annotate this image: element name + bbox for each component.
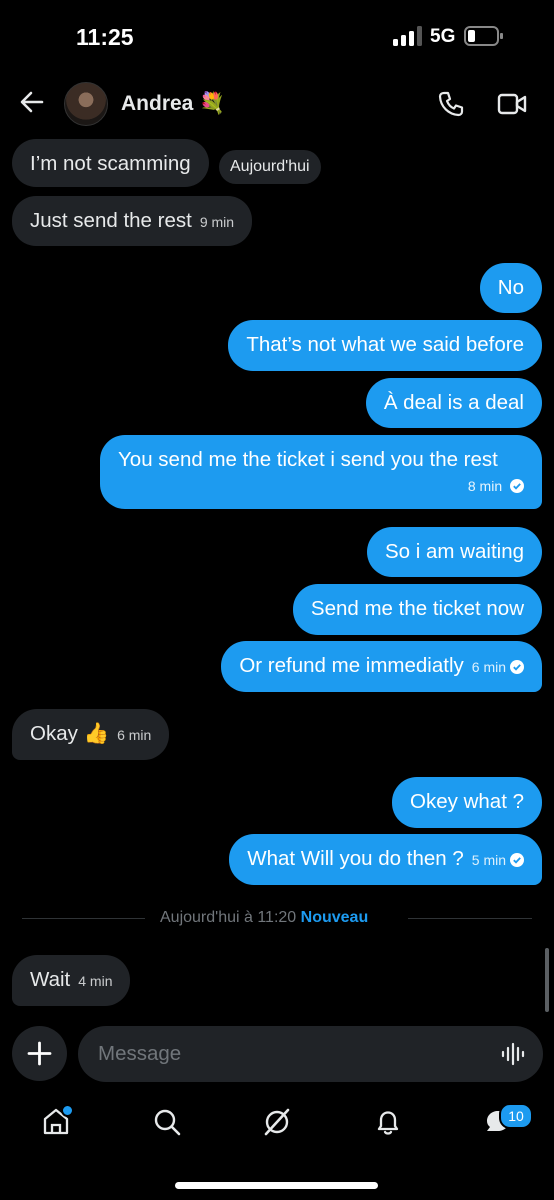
bell-icon[interactable] <box>373 1107 403 1137</box>
battery-icon <box>464 26 503 46</box>
message-outgoing[interactable]: So i am waiting <box>366 527 542 577</box>
message-time: 4 min <box>78 973 113 989</box>
message-outgoing[interactable]: Send me the ticket now <box>292 584 542 635</box>
message-incoming[interactable]: Wait 4 min <box>12 955 131 1006</box>
message-outgoing[interactable]: You send me the ticket i send you the re… <box>100 435 542 509</box>
message-incoming[interactable]: Just send the rest 9 min <box>12 196 253 246</box>
day-label: Aujourd'hui <box>219 150 321 184</box>
voice-icon[interactable] <box>501 1042 527 1066</box>
video-icon[interactable] <box>497 92 527 116</box>
divider-time: Aujourd'hui à 11:20 <box>160 909 297 926</box>
home-notification-dot <box>61 1104 74 1117</box>
network-label: 5G <box>430 26 456 47</box>
message-placeholder: Message <box>98 1042 182 1065</box>
message-time: 9 min <box>199 214 235 230</box>
new-label: Nouveau <box>300 909 369 926</box>
message-outgoing[interactable]: What Will you do then ? 5 min <box>229 834 542 885</box>
read-check-icon <box>510 853 524 867</box>
plus-icon <box>27 1041 52 1066</box>
status-bar: 11:25 5G <box>0 0 554 76</box>
message-time: 6 min <box>117 727 152 743</box>
message-text: À deal is a deal <box>383 391 524 414</box>
search-icon[interactable] <box>152 1107 182 1137</box>
message-text: Just send the rest <box>30 209 192 232</box>
message-text: Okay 👍 <box>30 722 110 745</box>
message-input[interactable]: Message <box>78 1026 543 1082</box>
add-attachment-button[interactable] <box>12 1026 67 1081</box>
message-text: Okey what ? <box>410 790 524 813</box>
grok-icon[interactable] <box>262 1107 292 1137</box>
message-outgoing[interactable]: À deal is a deal <box>365 378 542 428</box>
message-text: Or refund me immediatly <box>239 654 464 677</box>
messages-badge: 10 <box>499 1103 533 1129</box>
message-text: What Will you do then ? <box>247 847 464 870</box>
message-outgoing[interactable]: Or refund me immediatly 6 min <box>221 641 542 692</box>
contact-name[interactable]: Andrea 💐 <box>121 92 225 116</box>
signal-icon <box>393 26 422 46</box>
message-incoming[interactable]: Okay 👍 6 min <box>12 709 170 760</box>
message-text: You send me the ticket i send you the re… <box>118 448 498 471</box>
home-indicator <box>175 1182 378 1189</box>
divider-line-right <box>408 918 532 919</box>
message-text: I’m not scamming <box>30 152 191 175</box>
message-time: 6 min <box>471 659 506 675</box>
message-incoming[interactable]: I’m not scamming <box>12 139 209 187</box>
message-time: 5 min <box>471 852 506 868</box>
message-text: Send me the ticket now <box>310 597 524 620</box>
message-outgoing[interactable]: That’s not what we said before <box>228 320 542 371</box>
back-arrow-icon[interactable] <box>18 88 46 116</box>
message-text: That’s not what we said before <box>246 333 524 356</box>
message-text: No <box>497 276 524 299</box>
message-outgoing[interactable]: No <box>479 263 542 313</box>
scrollbar[interactable] <box>545 948 549 1012</box>
conversation-header: Andrea 💐 <box>0 76 554 136</box>
avatar[interactable] <box>64 82 108 126</box>
status-time: 11:25 <box>76 24 134 50</box>
new-messages-divider: Aujourd'hui à 11:20 Nouveau <box>160 909 368 927</box>
bottom-tab-bar <box>0 1097 554 1157</box>
message-text: So i am waiting <box>384 540 524 563</box>
phone-icon[interactable] <box>437 90 465 118</box>
read-check-icon <box>510 479 524 493</box>
read-check-icon <box>510 660 524 674</box>
divider-line-left <box>22 918 145 919</box>
message-time: 8 min <box>467 478 503 494</box>
message-text: Wait <box>30 968 71 991</box>
message-outgoing[interactable]: Okey what ? <box>392 777 542 828</box>
